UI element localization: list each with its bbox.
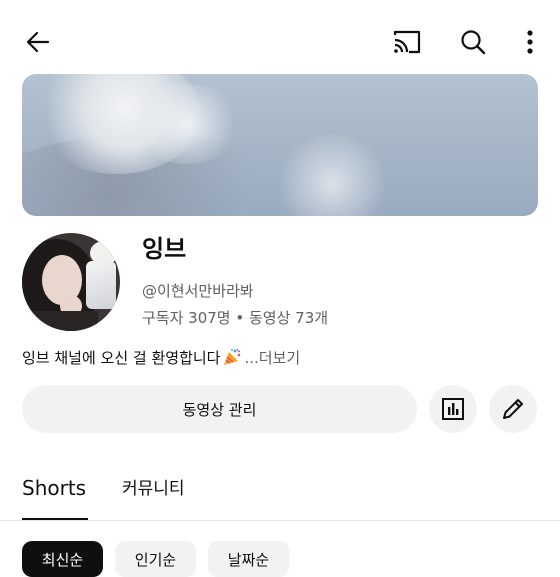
search-icon — [461, 30, 486, 55]
channel-handle: @이현서만바라봐 — [142, 282, 254, 300]
channel-tabs: Shorts 커뮤니티 — [0, 470, 560, 522]
channel-banner — [22, 74, 538, 216]
bar-chart-icon — [442, 398, 464, 420]
edit-channel-button[interactable] — [489, 385, 537, 433]
cast-button[interactable] — [388, 24, 426, 60]
manage-videos-button[interactable]: 동영상 관리 — [22, 385, 417, 433]
party-popper-icon — [224, 348, 241, 365]
description-more-link[interactable]: ...더보기 — [244, 349, 300, 367]
description-text: 잉브 채널에 오신 걸 환영합니다 — [22, 349, 221, 367]
more-vertical-icon — [527, 30, 533, 54]
tab-community[interactable]: 커뮤니티 — [122, 474, 185, 504]
channel-avatar[interactable] — [22, 233, 120, 331]
chip-latest[interactable]: 최신순 — [22, 541, 103, 577]
search-button[interactable] — [454, 24, 492, 60]
more-options-button[interactable] — [512, 24, 548, 60]
channel-description[interactable]: 잉브 채널에 오신 걸 환영합니다 ...더보기 — [22, 346, 300, 370]
chip-popular[interactable]: 인기순 — [115, 541, 196, 577]
tabs-divider — [0, 520, 560, 521]
tab-shorts[interactable]: Shorts — [22, 470, 86, 506]
chip-oldest[interactable]: 날짜순 — [208, 541, 289, 577]
channel-stats: 구독자 307명 • 동영상 73개 — [142, 309, 329, 327]
back-button[interactable] — [20, 24, 56, 60]
analytics-button[interactable] — [429, 385, 477, 433]
manage-videos-label: 동영상 관리 — [182, 400, 257, 419]
pencil-icon — [503, 399, 523, 419]
top-app-bar — [0, 0, 560, 80]
cast-icon — [393, 30, 421, 54]
channel-name: 잉브 — [142, 235, 187, 263]
arrow-left-icon — [26, 31, 50, 53]
